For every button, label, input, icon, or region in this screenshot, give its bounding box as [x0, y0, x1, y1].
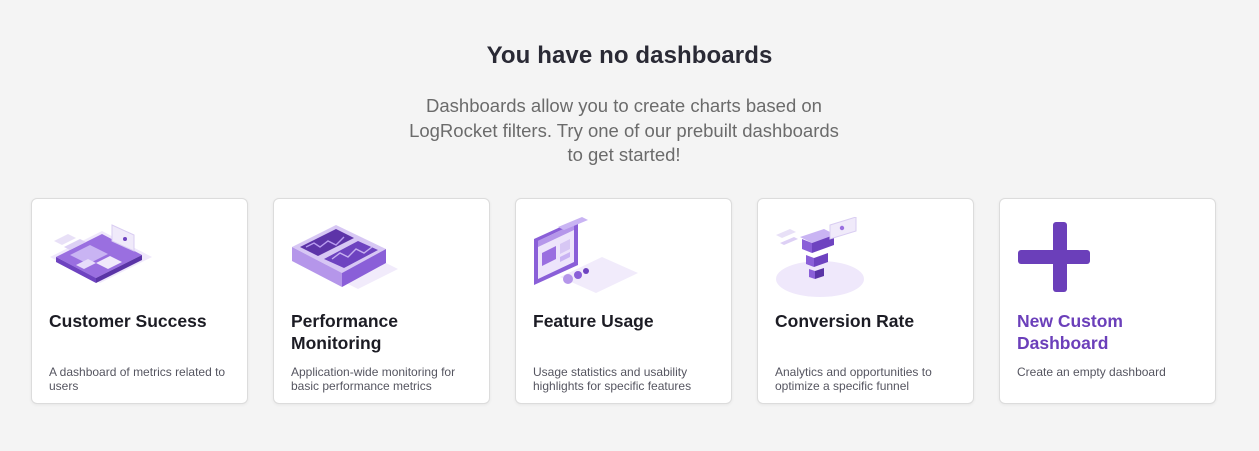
conversion-rate-illustration	[776, 217, 864, 297]
template-card-customer-success[interactable]: Customer Success A dashboard of metrics …	[31, 198, 248, 404]
template-card-performance-monitoring[interactable]: Performance Monitoring Application-wide …	[273, 198, 490, 404]
card-description: Analytics and opportunities to optimize …	[775, 365, 932, 393]
plus-icon	[1018, 222, 1090, 292]
template-card-new-custom-dashboard[interactable]: New Custom Dashboard Create an empty das…	[999, 198, 1216, 404]
empty-state-description: Dashboards allow you to create charts ba…	[409, 95, 839, 165]
card-description: Application-wide monitoring for basic pe…	[291, 365, 456, 393]
page-title: You have no dashboards	[486, 42, 773, 69]
card-description: Create an empty dashboard	[1017, 365, 1166, 379]
card-description: Usage statistics and usability highlight…	[533, 365, 692, 393]
card-title: Customer Success	[49, 311, 207, 331]
template-card-conversion-rate[interactable]: Conversion Rate Analytics and opportunit…	[757, 198, 974, 404]
feature-usage-illustration	[534, 217, 638, 293]
empty-dashboards-page: You have no dashboards Dashboards allow …	[0, 0, 1259, 451]
card-title: Performance Monitoring	[291, 311, 398, 353]
card-title: Feature Usage	[533, 311, 654, 331]
customer-success-illustration	[50, 224, 152, 283]
card-description: A dashboard of metrics related to users	[49, 365, 226, 393]
performance-monitoring-illustration	[292, 225, 398, 289]
template-card-feature-usage[interactable]: Feature Usage Usage statistics and usabi…	[515, 198, 732, 404]
card-title: New Custom Dashboard	[1017, 311, 1123, 353]
card-title: Conversion Rate	[775, 311, 915, 331]
dashboard-templates: Customer Success A dashboard of metrics …	[31, 198, 1216, 404]
